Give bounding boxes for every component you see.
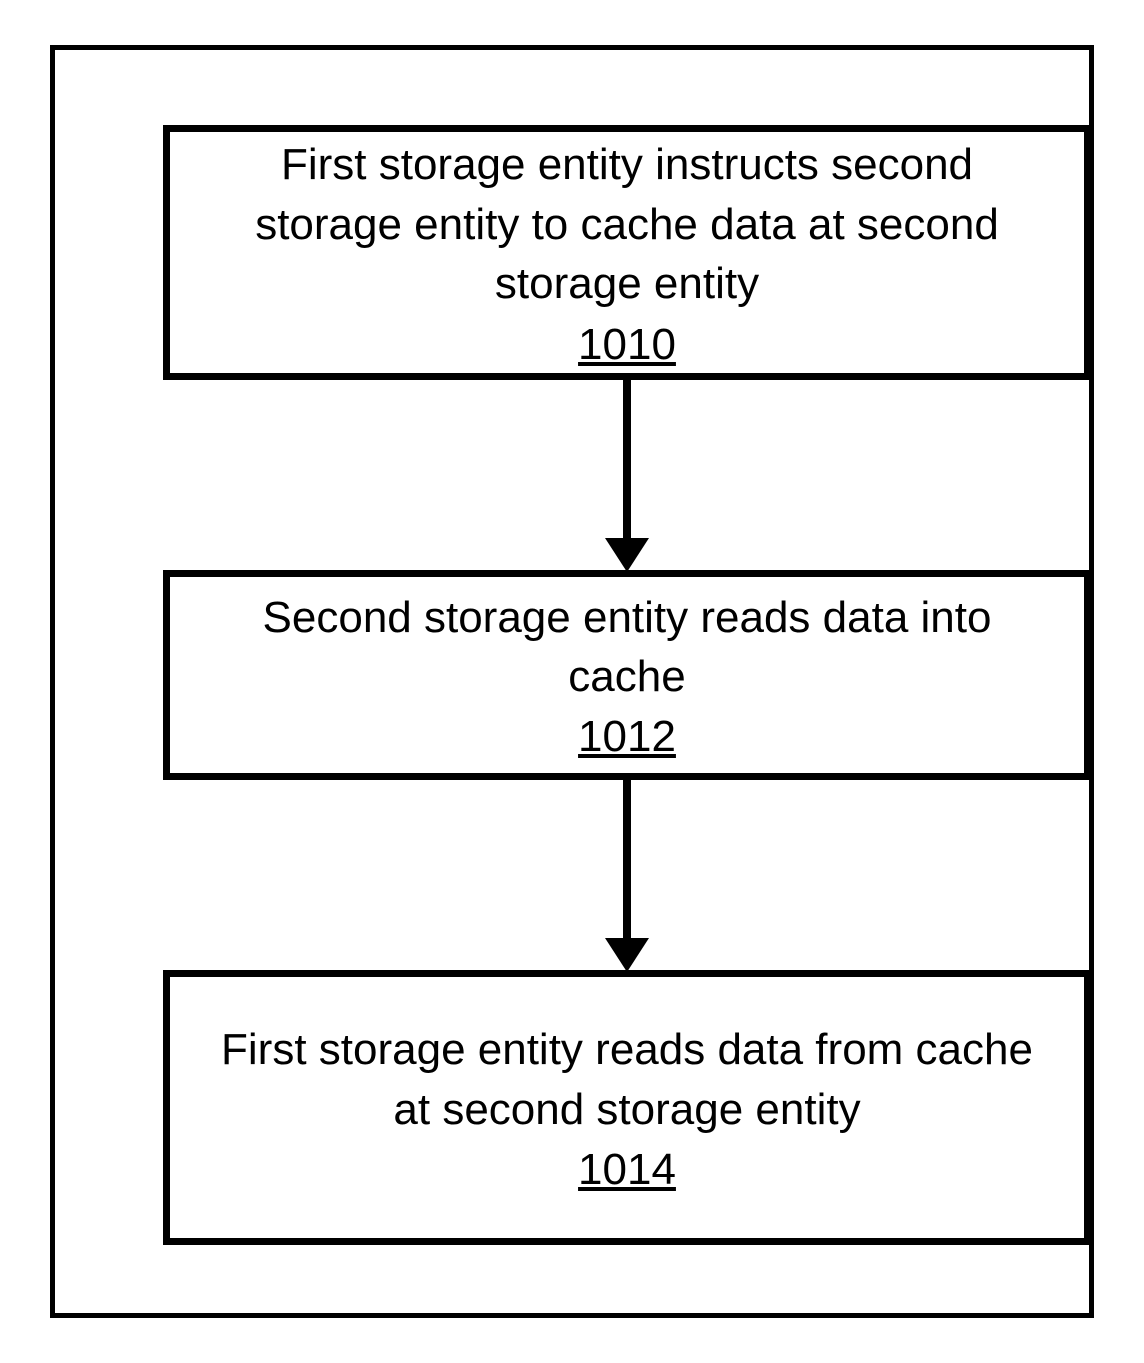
flow-step-2: Second storage entity reads data into ca… bbox=[163, 570, 1091, 780]
step-reference: 1012 bbox=[578, 712, 676, 762]
step-text: First storage entity instructs second st… bbox=[210, 135, 1044, 313]
arrow-connector bbox=[623, 780, 631, 945]
flow-step-3: First storage entity reads data from cac… bbox=[163, 970, 1091, 1245]
step-text: First storage entity reads data from cac… bbox=[210, 1020, 1044, 1139]
diagram-frame: First storage entity instructs second st… bbox=[50, 45, 1094, 1318]
flow-step-1: First storage entity instructs second st… bbox=[163, 125, 1091, 380]
step-reference: 1014 bbox=[578, 1145, 676, 1195]
arrow-head-icon bbox=[605, 538, 649, 572]
arrow-head-icon bbox=[605, 938, 649, 972]
step-reference: 1010 bbox=[578, 320, 676, 370]
arrow-connector bbox=[623, 380, 631, 545]
step-text: Second storage entity reads data into ca… bbox=[210, 588, 1044, 707]
